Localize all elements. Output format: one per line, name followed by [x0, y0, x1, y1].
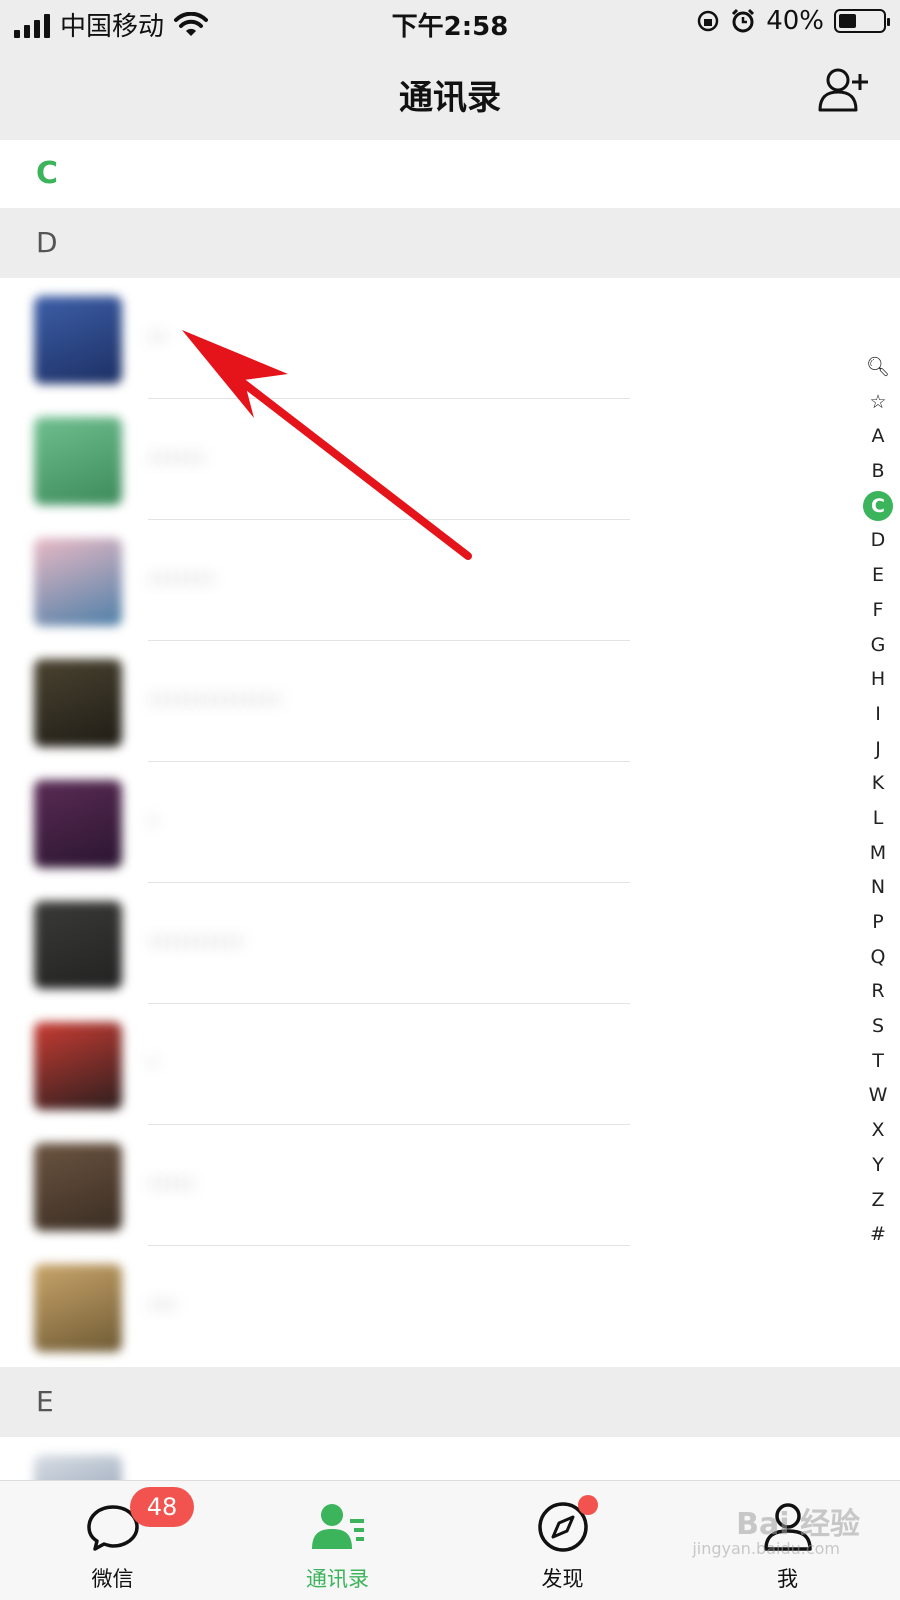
rotation-lock-icon: [697, 10, 719, 32]
status-right: 40%: [696, 6, 890, 36]
index-letter-I[interactable]: I: [863, 697, 893, 732]
battery-icon: [834, 9, 890, 33]
avatar: [34, 1143, 122, 1231]
contact-row[interactable]: ·····: [0, 1125, 900, 1246]
tab-chats[interactable]: 48 微信: [0, 1481, 225, 1600]
tab-label: 微信: [91, 1567, 134, 1591]
avatar: [34, 1455, 122, 1480]
index-letter-M[interactable]: M: [863, 836, 893, 871]
contact-name: ·: [148, 804, 158, 839]
index-letter-Q[interactable]: Q: [863, 940, 893, 975]
index-letter-A[interactable]: A: [863, 419, 893, 454]
contact-name: ···: [148, 1288, 177, 1323]
contact-row[interactable]: ··: [0, 278, 900, 399]
index-letter-K[interactable]: K: [863, 766, 893, 801]
index-letter-W[interactable]: W: [863, 1078, 893, 1113]
contact-name: ·····: [148, 1167, 196, 1202]
contact-row[interactable]: ···: [0, 1246, 900, 1367]
contact-row[interactable]: ·······: [0, 520, 900, 641]
tab-label: 通讯录: [306, 1567, 369, 1591]
contact-name: ·: [148, 1046, 158, 1081]
battery-percent: 40%: [766, 6, 824, 36]
tab-label: 我: [777, 1567, 798, 1591]
avatar: [34, 659, 122, 747]
contact-row[interactable]: ·: [0, 1004, 900, 1125]
watermark-logo: Bai 经验: [736, 1507, 860, 1542]
tab-label: 发现: [541, 1567, 584, 1591]
tab-discover[interactable]: 发现: [450, 1481, 675, 1600]
avatar: [34, 1264, 122, 1352]
contact-name: ·······: [148, 562, 215, 597]
avatar: [34, 901, 122, 989]
contacts-icon: [311, 1504, 364, 1549]
index-letter-N[interactable]: N: [863, 870, 893, 905]
alarm-icon: [732, 8, 755, 33]
battery-level: [839, 14, 856, 28]
index-letter-F[interactable]: F: [863, 593, 893, 628]
contact-list[interactable]: C D ·· ······ ······· ·············· · ·…: [0, 140, 900, 1480]
contact-name: ··: [148, 320, 168, 355]
page-title: 通讯录: [399, 78, 501, 118]
index-letter-R[interactable]: R: [863, 974, 893, 1009]
tab-contacts[interactable]: 通讯录: [225, 1481, 450, 1600]
index-letter-Z[interactable]: Z: [863, 1183, 893, 1218]
index-letter-D[interactable]: D: [863, 523, 893, 558]
section-header-d: D: [0, 208, 900, 278]
section-header-c: C: [0, 140, 900, 208]
avatar: [34, 780, 122, 868]
index-letter-X[interactable]: X: [863, 1113, 893, 1148]
avatar: [34, 296, 122, 384]
index-letter-L[interactable]: L: [863, 801, 893, 836]
avatar: [34, 538, 122, 626]
contact-name: ··········: [148, 925, 244, 960]
watermark-url: jingyan.baidu.com: [692, 1539, 840, 1558]
index-letter-B[interactable]: B: [863, 454, 893, 489]
new-dot: [578, 1495, 598, 1515]
avatar: [34, 417, 122, 505]
unread-badge: 48: [130, 1487, 194, 1527]
contact-row[interactable]: ··············: [0, 641, 900, 762]
index-letter-J[interactable]: J: [863, 732, 893, 767]
alphabet-index[interactable]: 🔍︎ ☆ A B C D E F G H I J K L M N P Q R S T W X Y Z #: [856, 350, 900, 1252]
index-letter-H[interactable]: H: [863, 662, 893, 697]
index-letter-#[interactable]: #: [863, 1217, 893, 1252]
index-letter-C[interactable]: C: [863, 491, 893, 522]
index-letter-G[interactable]: G: [863, 628, 893, 663]
index-letter-Y[interactable]: Y: [863, 1148, 893, 1183]
index-search-icon[interactable]: 🔍︎: [863, 350, 893, 385]
tab-bar: 48 微信 通讯录 发现 我 Bai 经验 jingyan.baidu.com: [0, 1480, 900, 1600]
contact-row[interactable]: ·: [0, 762, 900, 883]
index-letter-S[interactable]: S: [863, 1009, 893, 1044]
contact-row[interactable]: ··········: [0, 883, 900, 1004]
status-bar: 中国移动 下午2:58 40%: [0, 0, 900, 46]
contact-row[interactable]: [0, 1437, 900, 1480]
contact-name: ······: [148, 441, 206, 476]
contact-row[interactable]: ······: [0, 399, 900, 520]
index-letter-E[interactable]: E: [863, 558, 893, 593]
index-letter-P[interactable]: P: [863, 905, 893, 940]
section-header-e: E: [0, 1367, 900, 1437]
top-bar: 中国移动 下午2:58 40% 通讯录: [0, 0, 900, 140]
index-star-icon[interactable]: ☆: [863, 385, 893, 420]
index-letter-T[interactable]: T: [863, 1044, 893, 1079]
avatar: [34, 1022, 122, 1110]
add-contact-icon[interactable]: [816, 66, 870, 114]
contact-name: ··············: [148, 683, 282, 718]
